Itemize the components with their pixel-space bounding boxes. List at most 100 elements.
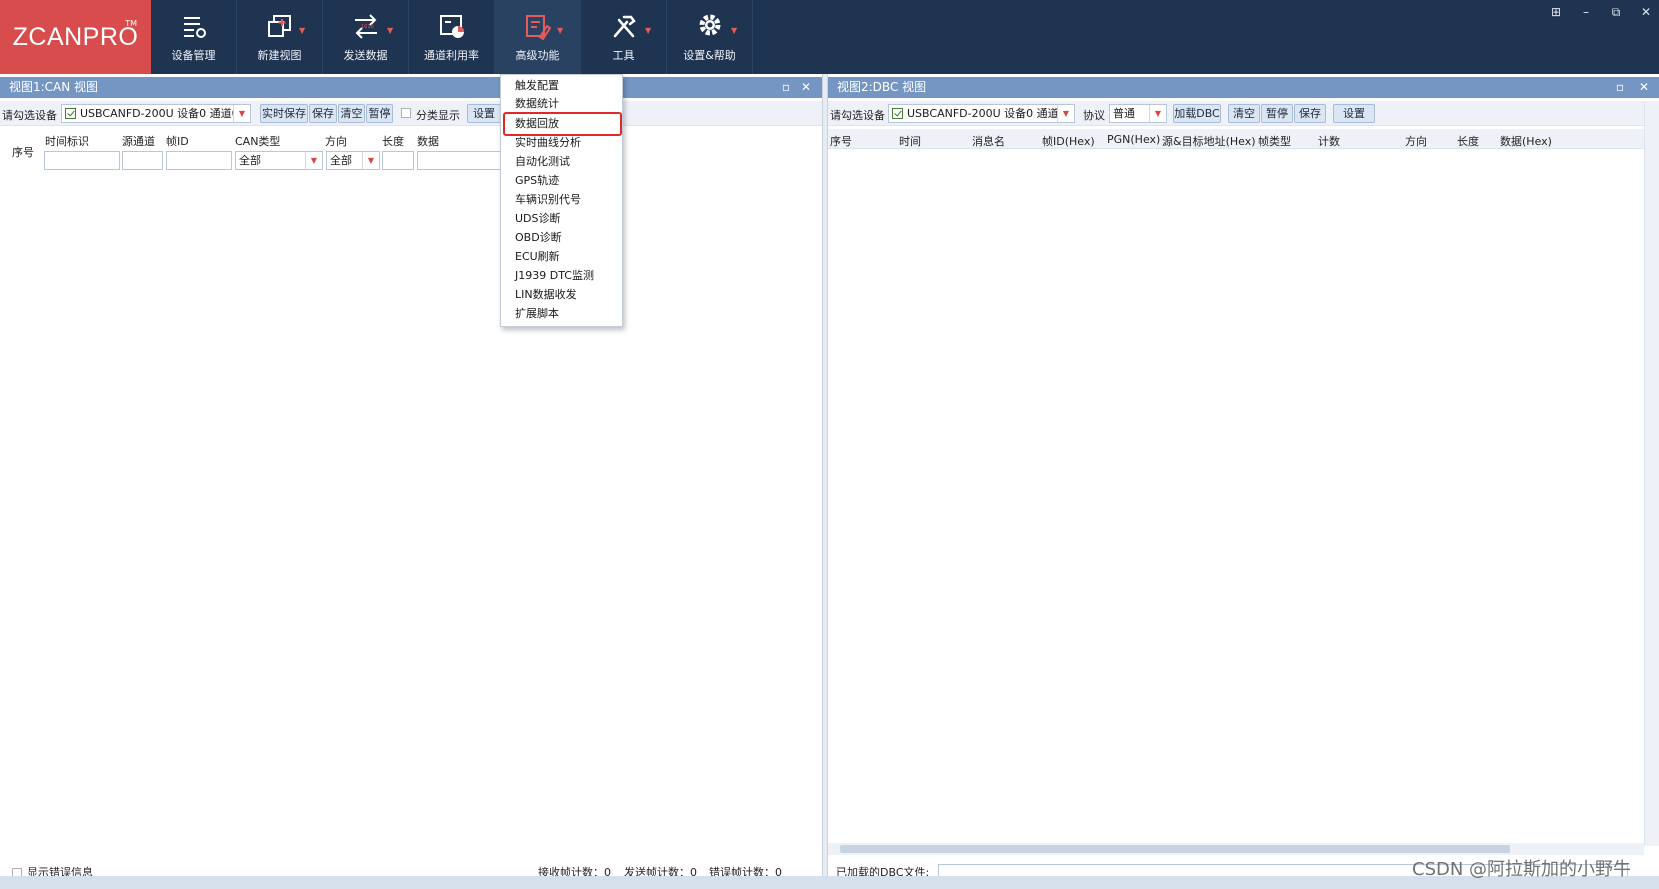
dbc-grid-header: 序号 时间 消息名 帧ID(Hex) PGN(Hex) 源&目标地址(Hex) … (828, 129, 1644, 149)
frame-id-filter-input[interactable] (166, 151, 232, 170)
menu-item-trigger-config[interactable]: 触发配置 (515, 77, 559, 95)
logo-text: ZCANPRO (12, 22, 139, 51)
pause-button[interactable]: 暂停 (1261, 104, 1293, 123)
advanced-dropdown-menu: 触发配置 数据统计 数据回放 实时曲线分析 自动化测试 GPS轨迹 车辆识别代号… (500, 74, 623, 327)
load-dbc-button[interactable]: 加载DBC (1173, 104, 1221, 123)
logo-trademark: TM (125, 19, 137, 28)
column-header[interactable]: 方向 (325, 133, 347, 149)
direction-filter-select[interactable]: 全部 ▼ (326, 151, 380, 170)
device-select[interactable]: USBCANFD-200U 设备0 通道0 ▼ (61, 104, 251, 123)
svg-text:1010: 1010 (361, 24, 374, 30)
toolbar-channel-usage-button[interactable]: 通道利用率 (409, 0, 495, 74)
column-header[interactable]: CAN类型 (235, 133, 280, 149)
clear-button[interactable]: 清空 (338, 104, 365, 123)
column-header[interactable]: 序号 (830, 133, 852, 149)
menu-item-realtime-curve[interactable]: 实时曲线分析 (515, 134, 581, 152)
column-header[interactable]: 方向 (1405, 133, 1427, 149)
column-header[interactable]: 帧类型 (1258, 133, 1291, 149)
toolbar-label: 通道利用率 (424, 49, 479, 62)
dbc-horizontal-scrollbar[interactable] (828, 843, 1644, 855)
protocol-select-value: 普通 (1113, 107, 1135, 120)
column-header[interactable]: 消息名 (972, 133, 1005, 149)
toolbar-advanced-button[interactable]: ▼ 高级功能 (495, 0, 581, 74)
menu-item-j1939-dtc[interactable]: J1939 DTC监测 (515, 267, 594, 285)
menu-item-lin[interactable]: LIN数据收发 (515, 286, 577, 304)
device-select[interactable]: USBCANFD-200U 设备0 通道0 ▼ (888, 104, 1075, 123)
column-header[interactable]: 长度 (1457, 133, 1479, 149)
column-header[interactable]: 计数 (1318, 133, 1340, 149)
timestamp-filter-input[interactable] (44, 151, 120, 170)
device-select-value: USBCANFD-200U 设备0 通道0 (907, 107, 1066, 120)
settings-button[interactable]: 设置 (1333, 104, 1375, 123)
column-header[interactable]: 源通道 (122, 133, 155, 149)
save-button[interactable]: 保存 (309, 104, 337, 123)
toolbar-label: 设备管理 (171, 49, 216, 62)
channel-usage-icon (440, 15, 464, 38)
menu-item-script[interactable]: 扩展脚本 (515, 305, 559, 323)
channel-filter-input[interactable] (122, 151, 163, 170)
can-view-title: 视图1:CAN 视图 (9, 80, 99, 94)
chevron-down-icon[interactable]: ▼ (233, 105, 250, 122)
menu-item-data-stats[interactable]: 数据统计 (515, 95, 559, 113)
maximize-icon[interactable]: ▫ (778, 79, 794, 95)
send-data-icon: 1010 (355, 14, 377, 39)
dbc-view-title: 视图2:DBC 视图 (837, 80, 927, 94)
toolbar-tools-button[interactable]: ▼ 工具 (581, 0, 667, 74)
chevron-down-icon[interactable]: ▼ (362, 152, 379, 169)
chevron-down-icon[interactable]: ▼ (1149, 105, 1166, 122)
can-type-filter-select[interactable]: 全部 ▼ (235, 151, 323, 170)
settings-icon (699, 14, 721, 36)
close-icon[interactable]: ✕ (1636, 79, 1652, 95)
layout-grid-icon[interactable]: ⊞ (1546, 4, 1566, 20)
chevron-down-icon[interactable]: ▼ (305, 152, 322, 169)
pause-button[interactable]: 暂停 (366, 104, 393, 123)
menu-item-obd[interactable]: OBD诊断 (515, 229, 562, 247)
device-checkbox[interactable] (65, 108, 76, 119)
settings-button[interactable]: 设置 (467, 104, 501, 123)
chevron-down-icon[interactable]: ▼ (1057, 105, 1074, 122)
toolbar-send-data-button[interactable]: 1010 ▼ 发送数据 (323, 0, 409, 74)
column-header[interactable]: 时间标识 (45, 133, 89, 149)
panel-splitter[interactable] (822, 74, 828, 889)
classify-display-checkbox[interactable] (401, 108, 411, 118)
highlight-box (503, 112, 622, 136)
menu-item-gps-track[interactable]: GPS轨迹 (515, 172, 559, 190)
toolbar-settings-help-button[interactable]: ▼ 设置&帮助 (667, 0, 753, 74)
minimize-icon[interactable]: – (1576, 4, 1596, 20)
length-filter-input[interactable] (382, 151, 414, 170)
clear-button[interactable]: 清空 (1228, 104, 1260, 123)
save-button[interactable]: 保存 (1294, 104, 1326, 123)
protocol-select[interactable]: 普通 ▼ (1109, 104, 1167, 123)
column-header[interactable]: 源&目标地址(Hex) (1162, 133, 1256, 149)
restore-icon[interactable]: ⧉ (1606, 4, 1626, 20)
app-logo: ZCANPRO TM (0, 0, 151, 74)
close-icon[interactable]: ✕ (798, 79, 814, 95)
main-toolbar: ZCANPRO TM 设备管理 ▼ 新建视图 1010 ▼ 发送数据 通道利用率 (0, 0, 1659, 74)
menu-item-ecu-flash[interactable]: ECU刷新 (515, 248, 560, 266)
close-icon[interactable]: ✕ (1636, 4, 1656, 20)
menu-item-auto-test[interactable]: 自动化测试 (515, 153, 570, 171)
dbc-vertical-scrollbar[interactable] (1644, 101, 1659, 846)
advanced-icon (526, 15, 552, 41)
scrollbar-thumb[interactable] (840, 845, 1510, 853)
toolbar-device-manage-button[interactable]: 设备管理 (151, 0, 237, 74)
data-filter-input[interactable] (417, 151, 501, 170)
chevron-down-icon: ▼ (557, 26, 564, 35)
realtime-save-button[interactable]: 实时保存 (260, 104, 308, 123)
toolbar-new-view-button[interactable]: ▼ 新建视图 (237, 0, 323, 74)
column-header[interactable]: 帧ID(Hex) (1042, 133, 1095, 149)
column-header[interactable]: 数据 (417, 133, 439, 149)
column-header[interactable]: 时间 (899, 133, 921, 149)
toolbar-label: 发送数据 (343, 49, 388, 62)
column-header[interactable]: PGN(Hex) (1107, 133, 1160, 146)
column-header[interactable]: 帧ID (166, 133, 189, 149)
column-header[interactable]: 数据(Hex) (1500, 133, 1552, 149)
menu-item-uds[interactable]: UDS诊断 (515, 210, 561, 228)
device-checkbox[interactable] (892, 108, 903, 119)
maximize-icon[interactable]: ▫ (1612, 79, 1628, 95)
dbc-view-header: 视图2:DBC 视图 ▫ ✕ (828, 77, 1659, 98)
device-select-value: USBCANFD-200U 设备0 通道0 (80, 107, 239, 120)
chevron-down-icon: ▼ (387, 26, 394, 35)
menu-item-vin[interactable]: 车辆识别代号 (515, 191, 581, 209)
column-header[interactable]: 长度 (382, 133, 404, 149)
